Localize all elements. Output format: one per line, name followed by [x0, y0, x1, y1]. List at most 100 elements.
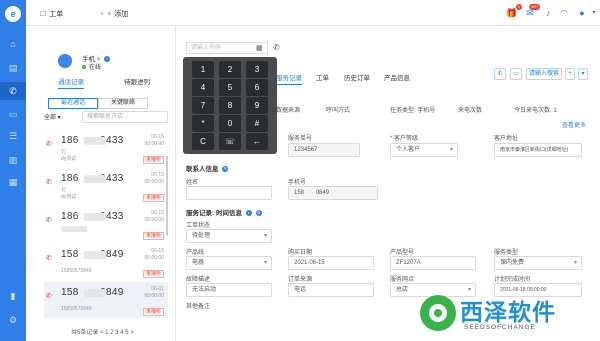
- missed-call-icon: ✆: [46, 179, 52, 186]
- grid-icon[interactable]: ▦: [7, 176, 19, 188]
- missed-call-icon: ✆: [46, 217, 52, 224]
- list-scrollbar[interactable]: [166, 156, 168, 236]
- edit-icon[interactable]: ✎: [222, 166, 229, 173]
- tab-call-records[interactable]: 通话记录: [58, 76, 84, 89]
- list-item[interactable]: ✆ 158 0849 15850570849 06-01 00:00:00 未接听: [44, 282, 168, 318]
- masked-digits: [84, 251, 106, 259]
- tab-add[interactable]: × + 添加: [96, 8, 128, 20]
- key-star[interactable]: *: [192, 115, 214, 132]
- info-call-method: 呼叫方式: [326, 108, 351, 114]
- tab-add-label: 添加: [114, 11, 129, 18]
- masked-sub: [61, 226, 87, 232]
- gear-icon[interactable]: ⚙: [7, 314, 19, 326]
- watermark-en: SEEDSOFCHANGE: [464, 324, 536, 331]
- seg-contacts[interactable]: 关键联络: [98, 98, 148, 109]
- key-9[interactable]: 9: [246, 97, 268, 114]
- phone-tool-button[interactable]: ✆: [494, 68, 506, 80]
- reason-field[interactable]: 无法启动: [186, 283, 272, 297]
- masked-digits: [84, 289, 106, 297]
- call-sub: 15850570849: [61, 306, 92, 312]
- view-more-link[interactable]: 查看更多: [562, 120, 586, 129]
- tab-product-info[interactable]: 产品信息: [384, 72, 410, 82]
- wifi-icon: ◠: [560, 8, 568, 18]
- search-input[interactable]: 搜索联系方式: [82, 111, 168, 123]
- user-status[interactable]: 在线: [82, 62, 101, 71]
- book-icon[interactable]: ▥: [7, 154, 19, 166]
- key-hash[interactable]: #: [246, 115, 268, 132]
- tab-tickets[interactable]: 工单: [316, 72, 329, 82]
- key-2[interactable]: 2: [219, 61, 241, 78]
- masked-digits: [84, 175, 106, 183]
- chat-icon[interactable]: ▭: [7, 108, 19, 120]
- list-icon[interactable]: ☰: [7, 130, 19, 142]
- key-0[interactable]: 0: [219, 115, 241, 132]
- chart-icon[interactable]: ▮: [7, 290, 19, 302]
- product-select[interactable]: 电器 ▾: [186, 256, 272, 270]
- tab-ticket[interactable]: ☐ 工单: [40, 8, 63, 20]
- buy-date-label: 购买日期: [288, 250, 313, 256]
- seg-recent[interactable]: 最近通话: [48, 98, 98, 109]
- unit-label: 服务网点: [390, 277, 415, 283]
- ticket-icon: ☐: [40, 11, 47, 18]
- key-1[interactable]: 1: [192, 61, 214, 78]
- key-6[interactable]: 6: [246, 79, 268, 96]
- add-button[interactable]: +: [565, 68, 575, 80]
- call-sub: 15850570849: [61, 268, 92, 274]
- document-icon[interactable]: ▤: [7, 62, 19, 74]
- chevron-down-icon[interactable]: ▾: [588, 7, 600, 19]
- model-field[interactable]: ZF1207A: [390, 256, 476, 270]
- key-4[interactable]: 4: [192, 79, 214, 96]
- key-8[interactable]: 8: [219, 97, 241, 114]
- search-tool-button[interactable]: 请输入搜索: [526, 68, 562, 80]
- service-type-label: 服务类型: [494, 250, 519, 256]
- call-list-panel: 手机 ▾ i 在线 通话记录 待跟进列 最近通话 关键联络 全部 ▾ 搜索联系方…: [26, 26, 176, 341]
- phone-field[interactable]: 158 0849: [288, 186, 378, 200]
- service-no-field[interactable]: 1234567: [288, 143, 360, 157]
- key-clear[interactable]: C: [192, 133, 214, 150]
- info-last-call: 数据来源: [276, 108, 301, 114]
- avatar[interactable]: [58, 54, 72, 68]
- call-button[interactable]: ☏: [219, 133, 241, 150]
- tab-follow-up[interactable]: 待跟进列: [124, 76, 150, 86]
- user-avatar-icon[interactable]: ●: [576, 7, 588, 19]
- dialpad-icon[interactable]: ▦: [256, 44, 263, 52]
- name-field[interactable]: [186, 186, 272, 200]
- list-item[interactable]: ✆ 186 0433 北 dy测试 06-15 00:00:00 未接听: [44, 168, 168, 204]
- gift-icon[interactable]: 🎁 1: [506, 4, 522, 19]
- gear-icon[interactable]: ⚙: [255, 210, 262, 217]
- filter-dropdown[interactable]: 全部 ▾: [44, 112, 61, 121]
- pagination[interactable]: 共5条记录 < 1 2 3 4 5 >: [71, 327, 134, 336]
- list-item[interactable]: ✆ 186 0433 北 dy测试 06-15 00:00:00 未接听: [44, 130, 168, 166]
- handler-label: 工单状态: [186, 223, 211, 229]
- message-icon[interactable]: ✉ 99+: [524, 4, 540, 19]
- key-5[interactable]: 5: [219, 79, 241, 96]
- watermark-logo: 西泽软件 SEEDSOFCHANGE: [420, 293, 590, 335]
- list-item[interactable]: ✆ 158 0849 15850570849 06-15 00:00:00 未接听: [44, 244, 168, 280]
- call-time: 06-15 00:00:00: [144, 134, 164, 147]
- list-item[interactable]: ✆ 186 0433 06-15 00:00:00 未接听: [44, 206, 168, 242]
- more-button[interactable]: ▾: [578, 68, 588, 80]
- buy-date-field[interactable]: 2021-06-15: [288, 256, 374, 270]
- tab-order-history[interactable]: 历史订单: [344, 72, 370, 82]
- customer-level-select[interactable]: 个人客户 ▾: [390, 143, 458, 157]
- service-no-label: 服务单号: [288, 136, 313, 142]
- info-task-type: 任务类型: 手机号: [390, 108, 436, 114]
- status-badge: 未接听: [142, 308, 164, 316]
- handler-select[interactable]: 待处理 ▾: [186, 229, 272, 243]
- service-type-select[interactable]: 保内免费 ▾: [494, 256, 582, 270]
- close-icon[interactable]: ×: [100, 11, 104, 18]
- bell-icon[interactable]: ♪: [542, 7, 554, 19]
- info-icon: i: [103, 56, 110, 63]
- key-3[interactable]: 3: [246, 61, 268, 78]
- home-icon[interactable]: ⌂: [7, 38, 19, 50]
- phone-icon[interactable]: ✆: [0, 82, 26, 100]
- missed-call-icon: ✆: [46, 255, 52, 262]
- tab-service-records[interactable]: 服务记录: [276, 72, 302, 85]
- call-icon[interactable]: ✆: [273, 43, 280, 52]
- backspace-button[interactable]: ←: [246, 133, 268, 150]
- key-7[interactable]: 7: [192, 97, 214, 114]
- customer-addr-field[interactable]: 南京市秦淮区新街口(详细地址): [494, 143, 582, 157]
- dialpad-overlay: 1 2 3 4 5 6 7 8 9 * 0 # C ☏ ←: [183, 57, 277, 154]
- order-from-field[interactable]: 电话: [288, 283, 374, 297]
- chat-tool-button[interactable]: ▭: [510, 68, 522, 80]
